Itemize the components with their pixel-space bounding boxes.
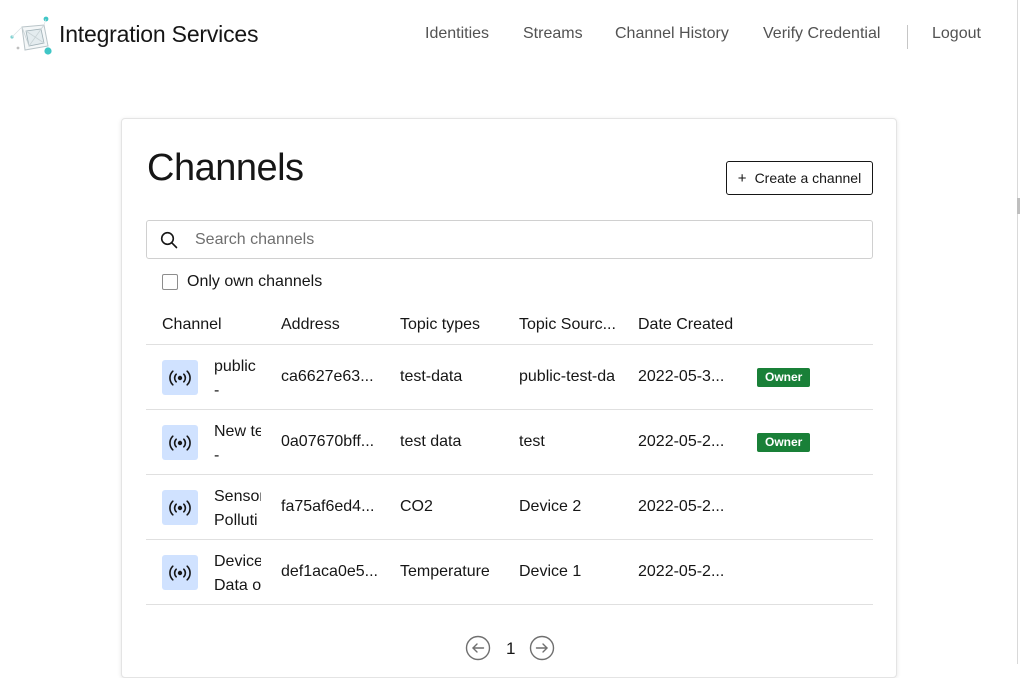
table-row[interactable]: New te - 0a07670bff... test data test 20… xyxy=(146,410,873,475)
arrow-left-circle-icon[interactable] xyxy=(465,635,491,661)
cell-address: fa75af6ed4... xyxy=(281,498,375,515)
channel-name: New te - xyxy=(214,423,261,464)
plus-icon: + xyxy=(737,169,747,187)
table-row[interactable]: Device Data o def1aca0e5... Temperature … xyxy=(146,540,873,605)
search-icon xyxy=(160,231,178,249)
broadcast-icon xyxy=(162,360,198,395)
table-row[interactable]: Sensor Polluti fa75af6ed4... CO2 Device … xyxy=(146,475,873,540)
create-channel-label: Create a channel xyxy=(754,170,862,186)
cell-topic-types: Temperature xyxy=(400,563,490,580)
cell-date-created: 2022-05-2... xyxy=(638,563,725,580)
nav-channel-history[interactable]: Channel History xyxy=(615,25,729,43)
cell-date-created: 2022-05-2... xyxy=(638,498,725,515)
cell-address: def1aca0e5... xyxy=(281,563,378,580)
cell-date-created: 2022-05-2... xyxy=(638,433,725,450)
create-channel-button[interactable]: + Create a channel xyxy=(726,161,873,195)
pagination: 1 xyxy=(465,635,555,661)
top-header: Integration Services Identities Streams … xyxy=(0,0,1017,72)
own-channels-label[interactable]: Only own channels xyxy=(187,273,322,291)
cell-address: ca6627e63... xyxy=(281,368,374,385)
cell-topic-types: test-data xyxy=(400,368,463,385)
brand-title[interactable]: Integration Services xyxy=(59,21,258,48)
broadcast-icon xyxy=(162,425,198,460)
broadcast-icon xyxy=(162,490,198,525)
channel-name: Device Data o xyxy=(214,553,261,594)
cell-topic-source: test xyxy=(519,433,545,450)
nav-verify-credential[interactable]: Verify Credential xyxy=(763,25,880,43)
cell-date-created: 2022-05-3... xyxy=(638,368,725,385)
header-channel[interactable]: Channel xyxy=(162,316,222,334)
cell-topic-source: Device 2 xyxy=(519,498,582,515)
cell-address: 0a07670bff... xyxy=(281,433,375,450)
table-header: Channel Address Topic types Topic Sourc.… xyxy=(146,307,873,345)
page-title: Channels xyxy=(147,147,304,189)
header-topic-source[interactable]: Topic Sourc... xyxy=(519,316,616,334)
channel-name: Sensor Polluti xyxy=(214,488,261,529)
arrow-right-circle-icon[interactable] xyxy=(529,635,555,661)
table-row[interactable]: public - ca6627e63... test-data public-t… xyxy=(146,345,873,410)
cell-topic-source: Device 1 xyxy=(519,563,582,580)
cell-topic-source: public-test-da xyxy=(519,368,616,385)
channel-name: public - xyxy=(214,358,256,399)
nav-streams[interactable]: Streams xyxy=(523,25,583,43)
channels-card: Channels + Create a channel Only own cha… xyxy=(121,118,897,678)
owner-badge: Owner xyxy=(757,368,811,387)
owner-badge: Owner xyxy=(757,433,811,452)
cell-topic-types: CO2 xyxy=(400,498,433,515)
cell-topic-types: test data xyxy=(400,433,462,450)
header-date-created[interactable]: Date Created xyxy=(638,316,733,334)
own-channels-filter: Only own channels xyxy=(162,273,322,291)
header-topic-types[interactable]: Topic types xyxy=(400,316,480,334)
search-box xyxy=(146,220,873,259)
header-address[interactable]: Address xyxy=(281,316,340,334)
nav-logout[interactable]: Logout xyxy=(932,25,981,43)
search-input[interactable] xyxy=(195,221,865,258)
channels-table: Channel Address Topic types Topic Sourc.… xyxy=(146,307,873,605)
own-channels-checkbox[interactable] xyxy=(162,274,178,290)
current-page[interactable]: 1 xyxy=(506,639,515,659)
nav-identities[interactable]: Identities xyxy=(425,25,489,43)
window-edge xyxy=(1017,0,1018,664)
integration-services-logo[interactable] xyxy=(8,14,54,58)
broadcast-icon xyxy=(162,555,198,590)
nav-divider xyxy=(907,25,908,49)
